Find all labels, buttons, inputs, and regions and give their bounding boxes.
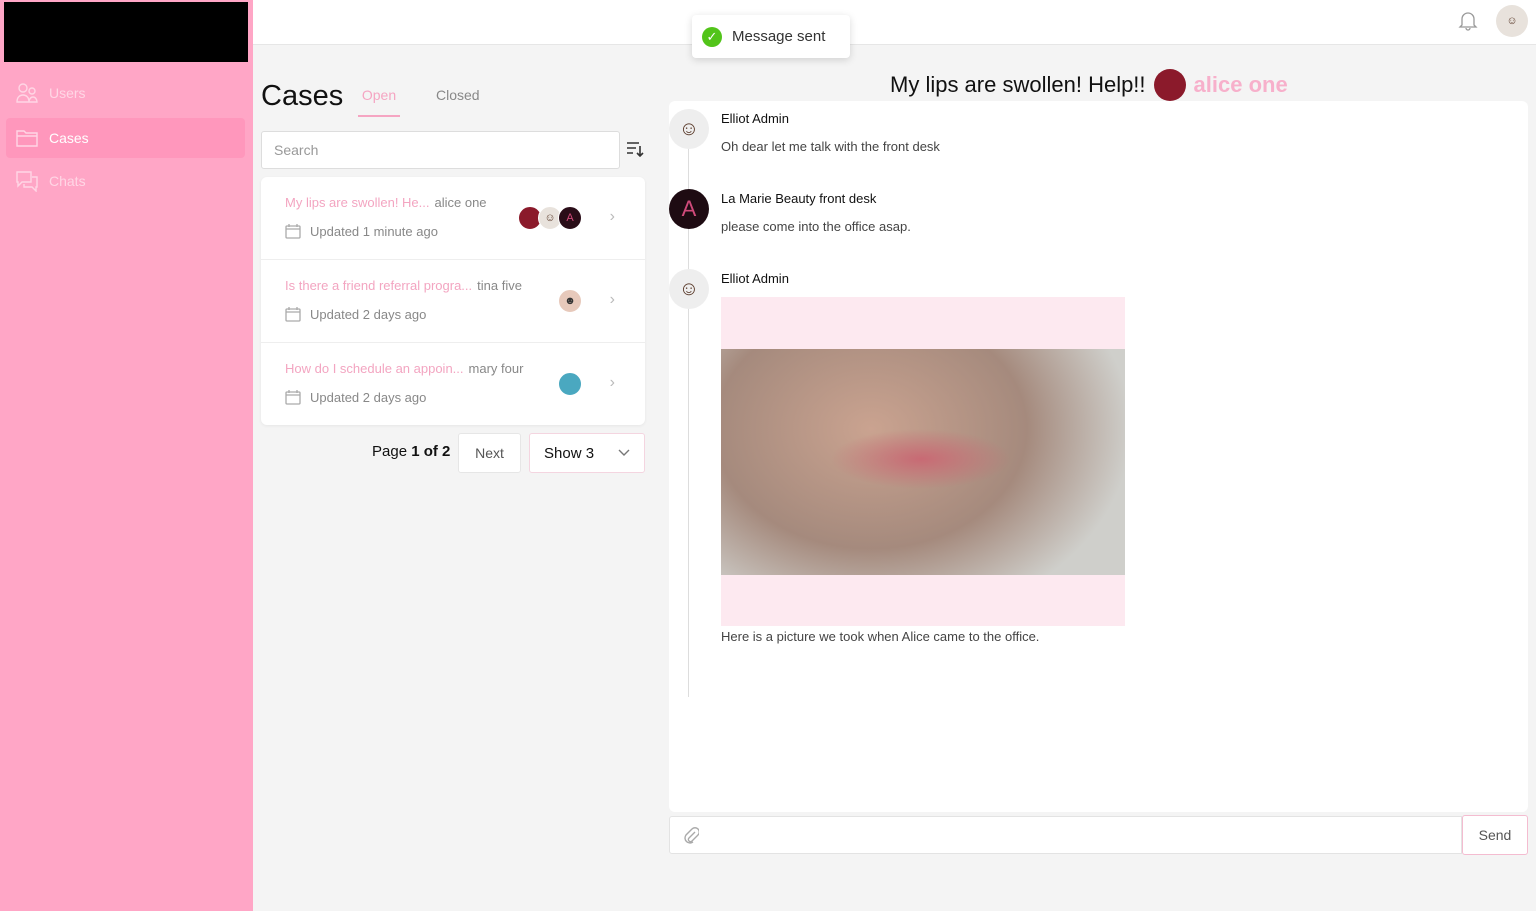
user-avatar[interactable]: ☺: [1496, 5, 1528, 37]
toast-notification: ✓ Message sent: [692, 15, 850, 58]
case-title[interactable]: My lips are swollen! He...: [285, 195, 430, 210]
sender-name: La Marie Beauty front desk: [721, 191, 877, 206]
sender-avatar: ☺: [669, 109, 709, 149]
case-user: alice one: [434, 195, 487, 210]
sidebar: Users Cases Chats: [0, 0, 253, 911]
chevron-down-icon: [618, 449, 630, 456]
message-body: please come into the office asap.: [721, 219, 911, 234]
customer-avatar: [1153, 69, 1186, 101]
page-size-select[interactable]: Show 3: [529, 433, 645, 473]
message-body: Oh dear let me talk with the front desk: [721, 139, 940, 154]
folder-icon: [16, 127, 38, 149]
lips-photo: [721, 349, 1125, 575]
tab-closed[interactable]: Closed: [436, 87, 480, 103]
case-title[interactable]: How do I schedule an appoin...: [285, 361, 464, 376]
top-bar: [253, 0, 1536, 45]
next-button[interactable]: Next: [458, 433, 521, 473]
message-image[interactable]: [721, 297, 1125, 626]
calendar-icon: [285, 390, 301, 405]
sender-avatar: ☺: [669, 269, 709, 309]
case-row[interactable]: Is there a friend referral progra... tina…: [261, 260, 645, 343]
sort-icon[interactable]: [626, 141, 644, 162]
page-current: 1 of 2: [411, 443, 451, 460]
case-user: tina five: [477, 278, 522, 293]
chat-header: My lips are swollen! Help!! alice one: [890, 69, 1288, 101]
page-title: Cases: [261, 80, 344, 112]
participant-avatar: ☻: [558, 289, 582, 313]
case-row[interactable]: My lips are swollen! He... alice one Upda…: [261, 177, 645, 260]
chevron-right-icon[interactable]: ›: [610, 374, 615, 392]
case-updated: Updated 2 days ago: [310, 307, 427, 322]
check-circle-icon: ✓: [702, 26, 722, 47]
case-list: My lips are swollen! He... alice one Upda…: [261, 177, 645, 425]
chevron-right-icon[interactable]: ›: [610, 291, 615, 309]
page-prefix: Page: [372, 443, 412, 460]
users-icon: [16, 82, 38, 104]
logo: [4, 2, 248, 62]
calendar-icon: [285, 307, 301, 322]
case-row[interactable]: How do I schedule an appoin... mary four …: [261, 343, 645, 426]
case-updated: Updated 2 days ago: [310, 390, 427, 405]
sidebar-item-chats[interactable]: Chats: [6, 161, 245, 201]
sidebar-item-cases[interactable]: Cases: [6, 118, 245, 158]
sender-name: Elliot Admin: [721, 111, 789, 126]
chat-title: My lips are swollen! Help!!: [890, 72, 1146, 97]
message-body: Here is a picture we took when Alice cam…: [721, 629, 1040, 644]
sender-avatar: A: [669, 189, 709, 229]
tab-open[interactable]: Open: [358, 87, 400, 117]
participant-avatar: [558, 372, 582, 396]
page-indicator: Page 1 of 2: [372, 443, 450, 460]
message-panel: ☺ Elliot Admin Oh dear let me talk with …: [669, 101, 1528, 812]
bell-icon[interactable]: [1457, 9, 1479, 36]
chat-icon: [16, 170, 38, 192]
calendar-icon: [285, 224, 301, 239]
page-size-value: Show 3: [544, 444, 595, 462]
chevron-right-icon[interactable]: ›: [610, 208, 615, 226]
case-title[interactable]: Is there a friend referral progra...: [285, 278, 472, 293]
sidebar-item-label: Chats: [49, 173, 86, 189]
sidebar-item-label: Users: [49, 85, 86, 101]
case-user: mary four: [468, 361, 524, 376]
customer-name[interactable]: alice one: [1194, 72, 1288, 98]
sidebar-item-users[interactable]: Users: [6, 73, 245, 113]
message-input[interactable]: [669, 816, 1462, 854]
toast-text: Message sent: [732, 28, 826, 45]
paperclip-icon[interactable]: [683, 826, 700, 849]
search-input[interactable]: [261, 131, 620, 169]
participant-avatar: A: [558, 206, 582, 230]
send-button[interactable]: Send: [1462, 815, 1528, 855]
sidebar-item-label: Cases: [49, 130, 89, 146]
sender-name: Elliot Admin: [721, 271, 789, 286]
case-updated: Updated 1 minute ago: [310, 224, 438, 239]
